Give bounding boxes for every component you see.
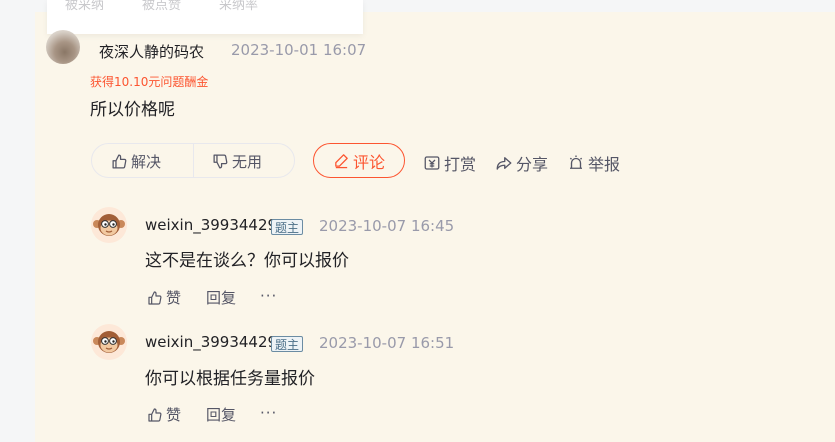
- reply-avatar[interactable]: [91, 324, 127, 360]
- stats-label-rate: 采纳率: [219, 0, 259, 13]
- answer-username[interactable]: 夜深人静的码农: [99, 41, 204, 62]
- page-left-margin: [0, 0, 35, 442]
- comment-label: 评论: [352, 152, 385, 172]
- vote-group: 解决 无用: [91, 143, 295, 178]
- thumbs-down-icon: [212, 153, 229, 170]
- monkey-avatar-icon: [91, 324, 127, 360]
- monkey-avatar-icon: [91, 207, 127, 243]
- reply-reply-button[interactable]: 回复: [206, 404, 236, 425]
- reply-content: 你可以根据任务量报价: [145, 369, 315, 389]
- yuan-icon: [423, 154, 441, 172]
- owner-badge: 题主: [271, 336, 304, 352]
- reply-username[interactable]: weixin_39934429: [145, 333, 277, 351]
- report-button[interactable]: 举报: [567, 151, 620, 175]
- reply-like-label: 赞: [166, 406, 182, 424]
- avatar[interactable]: [46, 30, 80, 64]
- thumbs-up-icon: [111, 153, 128, 170]
- reply-more-button[interactable]: ···: [260, 404, 277, 422]
- owner-badge: 题主: [271, 219, 304, 235]
- stats-card: 被采纳 被点赞 采纳率: [47, 0, 363, 34]
- share-button[interactable]: 分享: [495, 151, 548, 175]
- useless-label: 无用: [232, 153, 263, 171]
- reply-content: 这不是在谈么？你可以报价: [145, 251, 349, 271]
- stats-label-likes: 被点赞: [142, 0, 182, 13]
- reply-username[interactable]: weixin_39934429: [145, 216, 277, 234]
- thumbs-up-icon: [147, 407, 163, 423]
- reply-time: 2023-10-07 16:45: [319, 217, 455, 235]
- reply-more-button[interactable]: ···: [260, 287, 277, 305]
- report-label: 举报: [588, 155, 621, 174]
- vote-divider: [193, 144, 194, 177]
- reply-like-button[interactable]: 赞: [147, 287, 181, 308]
- solve-label: 解决: [131, 153, 162, 171]
- share-label: 分享: [516, 155, 549, 174]
- tip-button[interactable]: 打赏: [423, 151, 476, 175]
- answer-time: 2023-10-01 16:07: [231, 41, 367, 59]
- tip-label: 打赏: [444, 155, 477, 174]
- stats-label-adopted: 被采纳: [65, 0, 105, 13]
- share-icon: [495, 154, 513, 172]
- reply-like-button[interactable]: 赞: [147, 404, 181, 425]
- pencil-icon: [333, 152, 350, 169]
- useless-button[interactable]: 无用: [212, 151, 262, 172]
- reward-text: 获得10.10元问题酬金: [90, 75, 209, 89]
- alarm-icon: [567, 154, 585, 172]
- reply-time: 2023-10-07 16:51: [319, 334, 455, 352]
- reply-reply-button[interactable]: 回复: [206, 287, 236, 308]
- answer-content: 所以价格呢: [90, 100, 175, 120]
- solve-button[interactable]: 解决: [111, 151, 161, 172]
- reply-like-label: 赞: [166, 289, 182, 307]
- comment-button[interactable]: 评论: [313, 143, 405, 178]
- reply-avatar[interactable]: [91, 207, 127, 243]
- thumbs-up-icon: [147, 290, 163, 306]
